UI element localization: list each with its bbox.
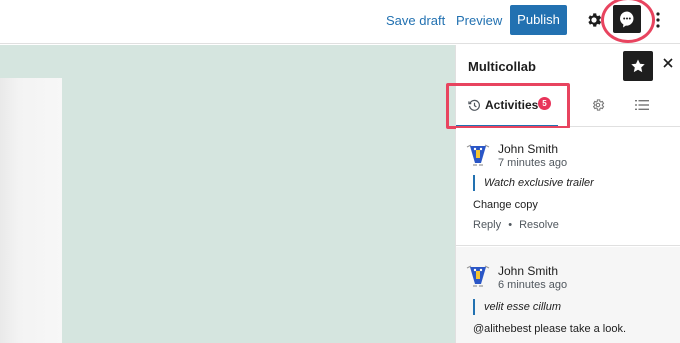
reply-button[interactable]: Reply: [473, 219, 501, 231]
activity-item[interactable]: John Smith 6 minutes ago velit esse cill…: [456, 247, 680, 343]
pin-button[interactable]: [623, 51, 653, 81]
star-icon: [631, 59, 645, 73]
close-icon[interactable]: [662, 57, 674, 69]
comment-timestamp: 6 minutes ago: [498, 279, 568, 291]
highlight-ring: [446, 83, 570, 129]
publish-button[interactable]: Publish: [510, 5, 567, 35]
resolve-button[interactable]: Resolve: [519, 219, 559, 231]
content-preview: [0, 78, 62, 343]
comment-actions: Reply • Resolve: [473, 219, 559, 231]
comment-author: John Smith: [498, 142, 559, 156]
multicollab-sidebar: Multicollab Activities 5 John Smith 7 mi…: [446, 45, 680, 343]
comment-text: Change copy: [473, 199, 538, 211]
save-draft-button[interactable]: Save draft: [386, 13, 445, 28]
activity-item[interactable]: John Smith 7 minutes ago Watch exclusive…: [456, 128, 680, 246]
gear-icon[interactable]: [591, 98, 605, 112]
comment-timestamp: 7 minutes ago: [498, 157, 568, 169]
highlight-ring: [601, 0, 655, 43]
comment-author: John Smith: [498, 264, 559, 278]
preview-button[interactable]: Preview: [456, 13, 502, 28]
comment-text: @alithebest please take a look.: [473, 323, 627, 335]
quoted-text: Watch exclusive trailer: [473, 175, 594, 191]
editor-toolbar: Save draft Preview Publish: [0, 0, 680, 44]
sidebar-title: Multicollab: [468, 59, 536, 74]
editor-canvas[interactable]: [0, 45, 455, 343]
quoted-text: velit esse cillum: [473, 299, 561, 315]
vertical-ellipsis-icon[interactable]: [655, 10, 661, 30]
list-icon[interactable]: [635, 99, 649, 111]
action-separator: •: [508, 219, 513, 231]
avatar: [466, 265, 490, 287]
avatar: [466, 144, 490, 166]
